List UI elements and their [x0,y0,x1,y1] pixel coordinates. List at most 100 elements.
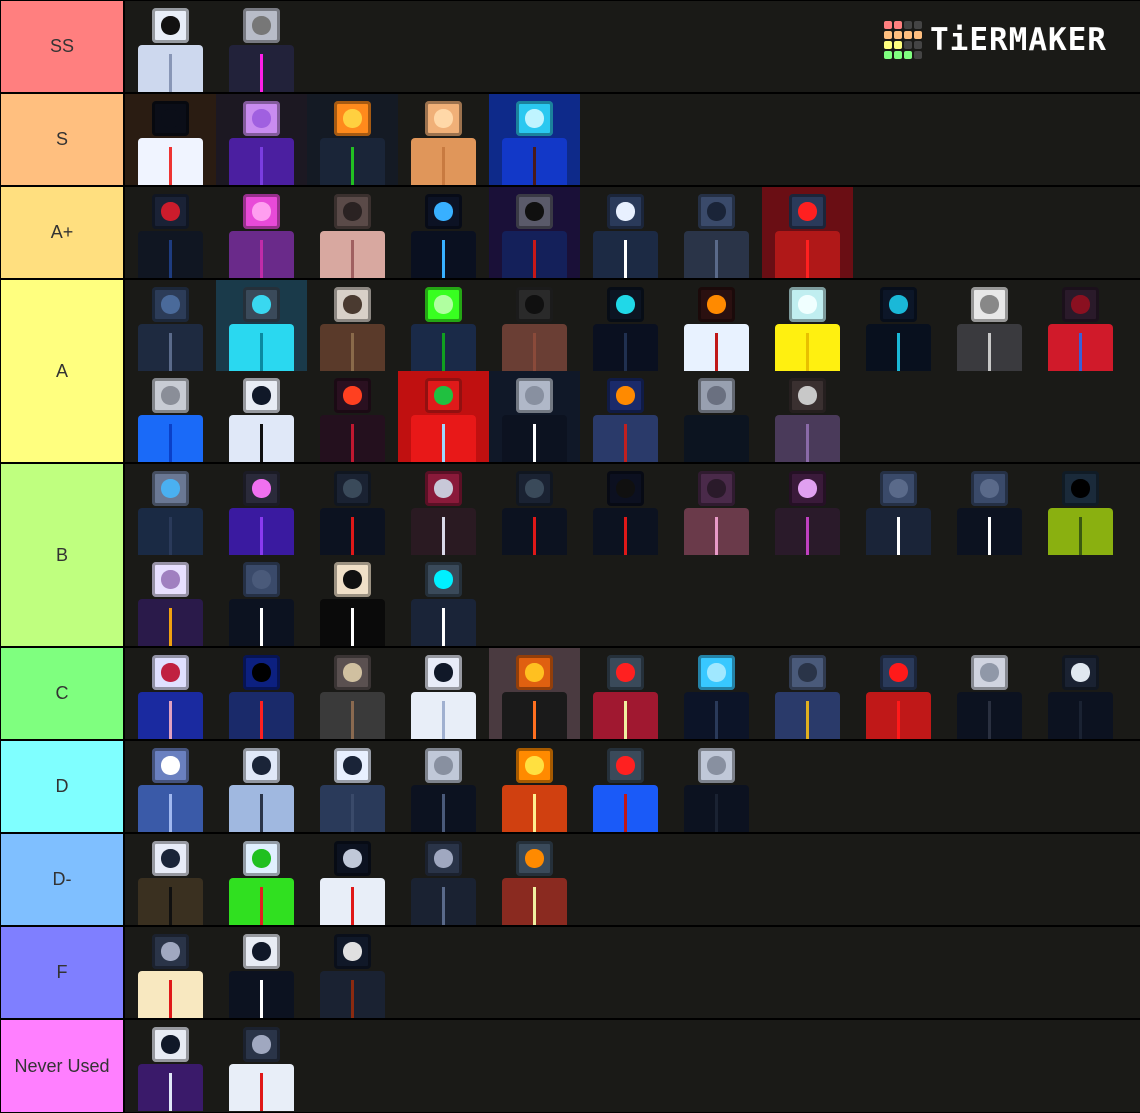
tier-item[interactable] [489,280,580,371]
tier-item[interactable] [398,94,489,185]
tier-item[interactable] [489,187,580,278]
tier-item[interactable] [671,187,762,278]
tier-item[interactable] [398,741,489,832]
tier-item[interactable] [216,741,307,832]
tier-item[interactable] [489,741,580,832]
tier-item[interactable] [398,280,489,371]
tier-item[interactable] [671,464,762,555]
tier-item[interactable] [489,464,580,555]
tier-item[interactable] [853,648,944,739]
tier-item[interactable] [398,371,489,462]
tier-item[interactable] [580,464,671,555]
tier-item[interactable] [671,371,762,462]
tier-items[interactable] [125,834,1140,925]
tier-item[interactable] [125,371,216,462]
tier-items[interactable] [125,648,1140,739]
tier-item[interactable] [216,555,307,646]
tier-item[interactable] [216,371,307,462]
tier-item[interactable] [580,741,671,832]
tier-item[interactable] [307,648,398,739]
tier-item[interactable] [307,834,398,925]
tier-item[interactable] [307,555,398,646]
tier-item[interactable] [307,94,398,185]
tier-item[interactable] [216,1020,307,1111]
tier-item[interactable] [853,464,944,555]
tier-label[interactable]: C [1,648,123,739]
tier-item[interactable] [580,187,671,278]
tier-item[interactable] [1035,280,1126,371]
tier-item[interactable] [125,648,216,739]
tier-item[interactable] [125,834,216,925]
tier-item[interactable] [216,834,307,925]
tier-item[interactable] [580,371,671,462]
tier-label[interactable]: D [1,741,123,832]
tier-items[interactable] [125,1020,1140,1112]
tier-item[interactable] [125,741,216,832]
tier-item[interactable] [762,371,853,462]
tier-items[interactable] [125,464,1140,646]
tier-item[interactable] [307,927,398,1018]
tier-item[interactable] [216,94,307,185]
tier-item[interactable] [216,187,307,278]
tier-item[interactable] [125,280,216,371]
tier-item[interactable] [307,464,398,555]
tier-items[interactable] [125,280,1140,462]
tier-item[interactable] [216,648,307,739]
tier-label[interactable]: S [1,94,123,185]
tier-item[interactable] [125,464,216,555]
tier-item[interactable] [398,187,489,278]
tier-item[interactable] [671,648,762,739]
tier-item[interactable] [307,371,398,462]
tier-item[interactable] [671,280,762,371]
tier-item[interactable] [216,280,307,371]
tier-label[interactable]: SS [1,1,123,92]
tier-item[interactable] [762,280,853,371]
tier-item[interactable] [398,555,489,646]
tier-item[interactable] [216,464,307,555]
tier-item[interactable] [671,741,762,832]
tier-label[interactable]: A+ [1,187,123,278]
tier-item[interactable] [762,187,853,278]
tier-item[interactable] [580,280,671,371]
tier-item[interactable] [307,187,398,278]
tier-item[interactable] [1035,648,1126,739]
tier-items[interactable] [125,187,1140,278]
tier-item[interactable] [398,464,489,555]
tier-item[interactable] [762,464,853,555]
tier-item[interactable] [489,371,580,462]
tier-item[interactable] [125,187,216,278]
character-lens [161,663,180,682]
tier-item[interactable] [398,834,489,925]
tier-item[interactable] [125,94,216,185]
tier-label[interactable]: A [1,280,123,462]
tier-items[interactable] [125,94,1140,185]
tier-item[interactable] [307,741,398,832]
character-tie [532,700,537,739]
tier-item[interactable] [762,648,853,739]
tier-item[interactable] [944,280,1035,371]
tier-items[interactable] [125,741,1140,832]
tier-item[interactable] [216,927,307,1018]
tier-item[interactable] [125,1,216,92]
tier-item[interactable] [125,555,216,646]
tier-item[interactable] [944,464,1035,555]
tier-item[interactable] [489,648,580,739]
tier-item[interactable] [1035,464,1126,555]
tier-items[interactable] [125,927,1140,1018]
tier-item[interactable] [944,648,1035,739]
tier-label[interactable]: F [1,927,123,1018]
tier-item[interactable] [580,648,671,739]
tier-item[interactable] [489,94,580,185]
tier-item[interactable] [216,1,307,92]
tier-item[interactable] [125,1020,216,1111]
tier-label[interactable]: Never Used [1,1020,123,1112]
tier-item[interactable] [125,927,216,1018]
tier-label[interactable]: D- [1,834,123,925]
character-lens [252,942,271,961]
tier-item[interactable] [307,280,398,371]
character-tie [896,332,901,371]
tier-item[interactable] [398,648,489,739]
tier-item[interactable] [489,834,580,925]
tier-label[interactable]: B [1,464,123,646]
tier-item[interactable] [853,280,944,371]
